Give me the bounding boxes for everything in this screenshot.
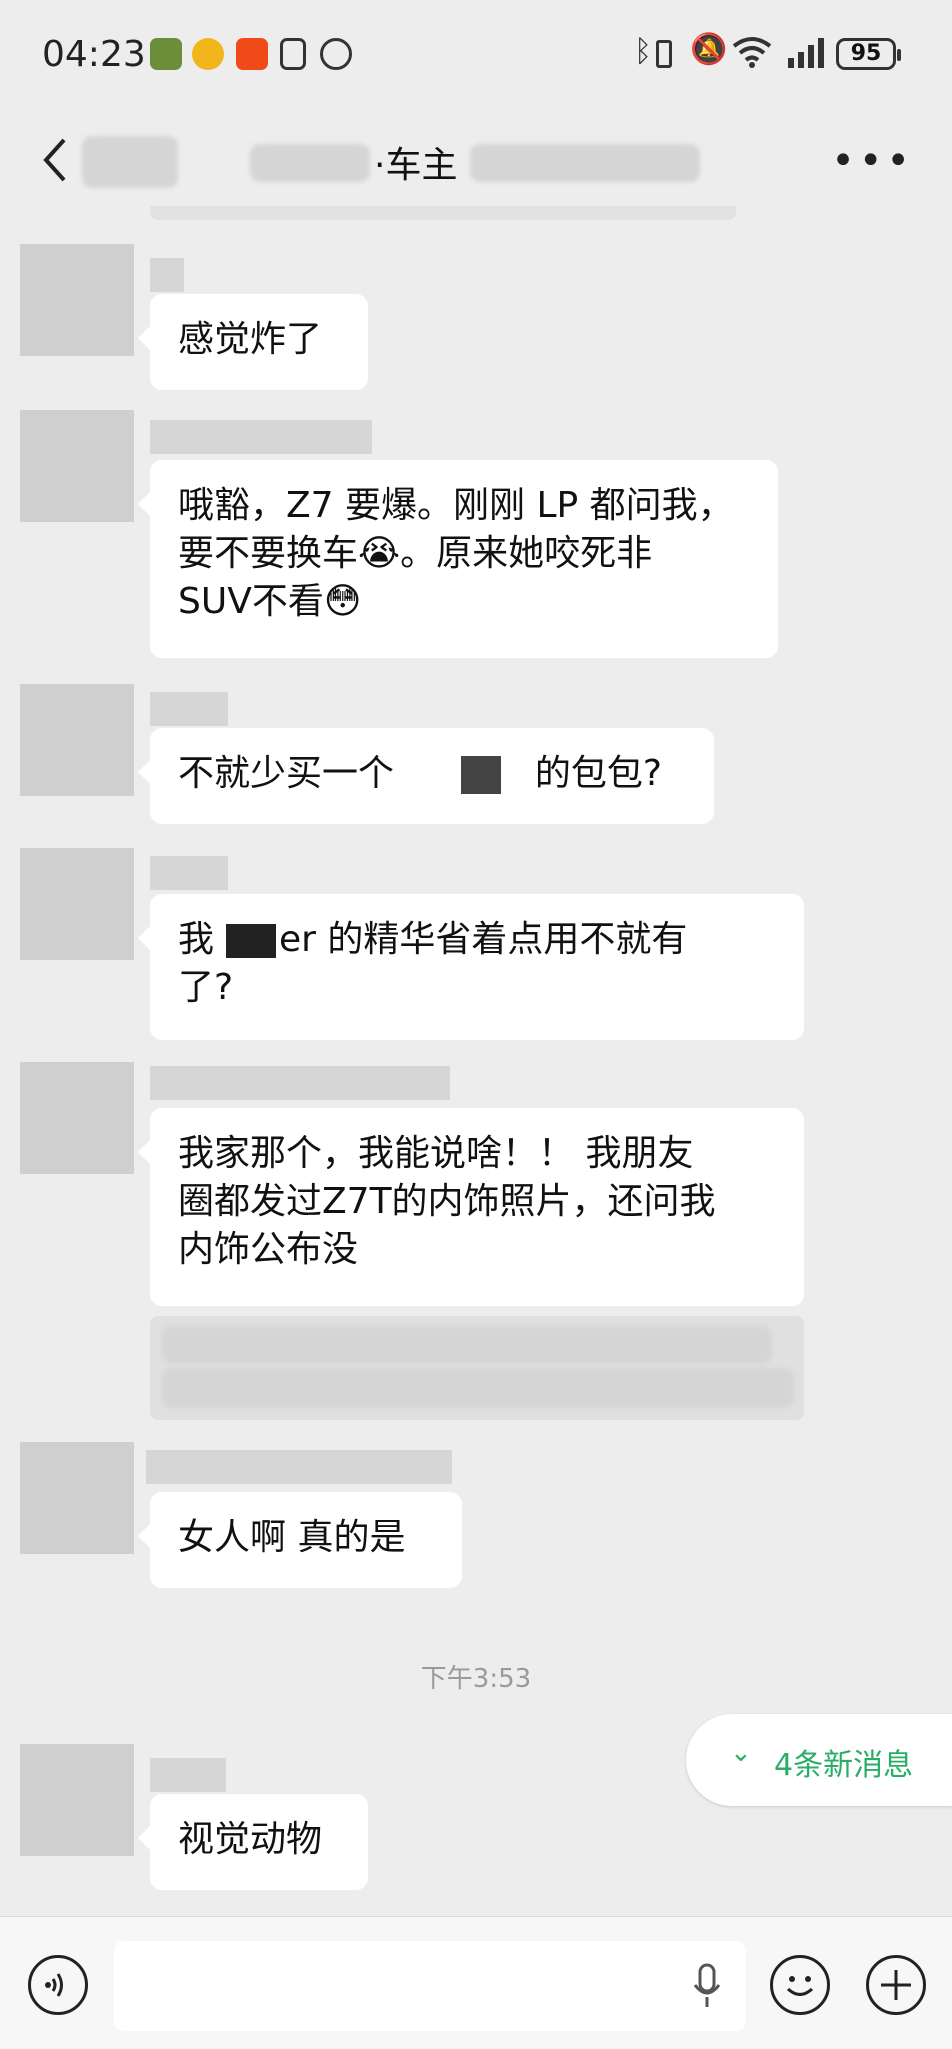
status-time: 04:23 — [42, 34, 146, 75]
emoji-icon[interactable] — [770, 1955, 830, 2015]
vibrate-icon — [656, 40, 672, 68]
sender-name — [150, 420, 372, 454]
message-bubble[interactable]: 我 La er 的精华省着点用不就有 了? — [138, 894, 804, 1040]
message-text-line: 要不要换车😭。原来她咬死非 — [178, 533, 653, 574]
input-bar — [0, 1916, 952, 2049]
signal-icon — [788, 38, 824, 68]
avatar[interactable] — [20, 244, 134, 356]
quoted-message-blurred[interactable] — [150, 1316, 804, 1420]
message-bubble[interactable]: 我家那个，我能说啥！！ 我朋友 圈都发过Z7T的内饰照片，还问我 内饰公布没 — [138, 1108, 804, 1306]
previous-message-fragment — [150, 206, 736, 220]
message-text: 不就少买一个 — [178, 753, 395, 794]
message-text-line: 哦豁，Z7 要爆。刚刚 LP 都问我， — [178, 485, 734, 526]
bluetooth-icon: ᛒ — [634, 34, 652, 69]
message-text-line: 了? — [178, 967, 234, 1008]
sender-name — [150, 1066, 450, 1100]
avatar[interactable] — [20, 410, 134, 522]
message-bubble[interactable]: 视觉动物 — [138, 1794, 368, 1890]
message-bubble[interactable]: 感觉炸了 — [138, 294, 368, 390]
avatar[interactable] — [20, 848, 134, 960]
mic-icon[interactable] — [692, 1963, 722, 2009]
sender-name — [146, 1450, 452, 1484]
new-messages-label: 4条新消息 — [774, 1748, 914, 1783]
plus-icon[interactable] — [866, 1955, 926, 2015]
redacted-brand — [226, 924, 276, 958]
mute-icon: 🔕 — [690, 32, 728, 67]
group-name-blurred — [470, 144, 700, 182]
message-bubble[interactable]: 哦豁，Z7 要爆。刚刚 LP 都问我， 要不要换车😭。原来她咬死非 SUV不看😳 — [138, 460, 778, 658]
more-icon[interactable]: ••• — [831, 138, 914, 184]
status-bar: 04:23 ᛒ 🔕 95 — [0, 0, 952, 112]
message-text-line: 我家那个，我能说啥！！ 我朋友 — [178, 1133, 694, 1174]
avatar[interactable] — [20, 1442, 134, 1554]
wifi-icon — [732, 37, 772, 68]
message-text-line: SUV不看😳 — [178, 581, 362, 622]
alarm-icon — [320, 38, 352, 70]
new-messages-button[interactable]: ⌄ 4条新消息 — [686, 1714, 952, 1806]
nfc-icon — [280, 38, 306, 70]
battery-indicator: 95 — [836, 38, 901, 70]
message-text: 的包包? — [534, 753, 663, 794]
chat-title: ·车主 — [374, 145, 458, 186]
avatar[interactable] — [20, 1744, 134, 1856]
sender-name — [150, 692, 228, 726]
voice-icon[interactable] — [28, 1955, 88, 2015]
chat-header: ·车主 ••• — [0, 112, 952, 212]
message-bubble[interactable]: 不就少买一个 的包包? — [138, 728, 714, 824]
message-bubble[interactable]: 女人啊 真的是 — [138, 1492, 462, 1588]
app-icon — [150, 38, 182, 70]
message-text-line: 圈都发过Z7T的内饰照片，还问我 — [178, 1181, 716, 1222]
sender-name — [150, 856, 228, 890]
unread-count-blurred — [82, 136, 178, 188]
chevron-left-icon[interactable] — [36, 134, 76, 186]
message-text: 视觉动物 — [178, 1819, 323, 1860]
message-text: 女人啊 真的是 — [178, 1517, 406, 1558]
redacted-brand — [461, 756, 502, 794]
message-text-line: 内饰公布没 — [178, 1229, 359, 1270]
message-timestamp: 下午3:53 — [420, 1664, 532, 1694]
avatar[interactable] — [20, 1062, 134, 1174]
sender-name — [150, 258, 184, 292]
weibo-icon — [192, 38, 224, 70]
group-name-blurred — [250, 144, 370, 182]
sender-name — [150, 1758, 226, 1792]
double-chevron-down-icon: ⌄ — [730, 1738, 752, 1768]
avatar[interactable] — [20, 684, 134, 796]
taobao-icon — [236, 38, 268, 70]
message-input[interactable] — [114, 1941, 746, 2031]
message-text: 感觉炸了 — [178, 319, 323, 360]
